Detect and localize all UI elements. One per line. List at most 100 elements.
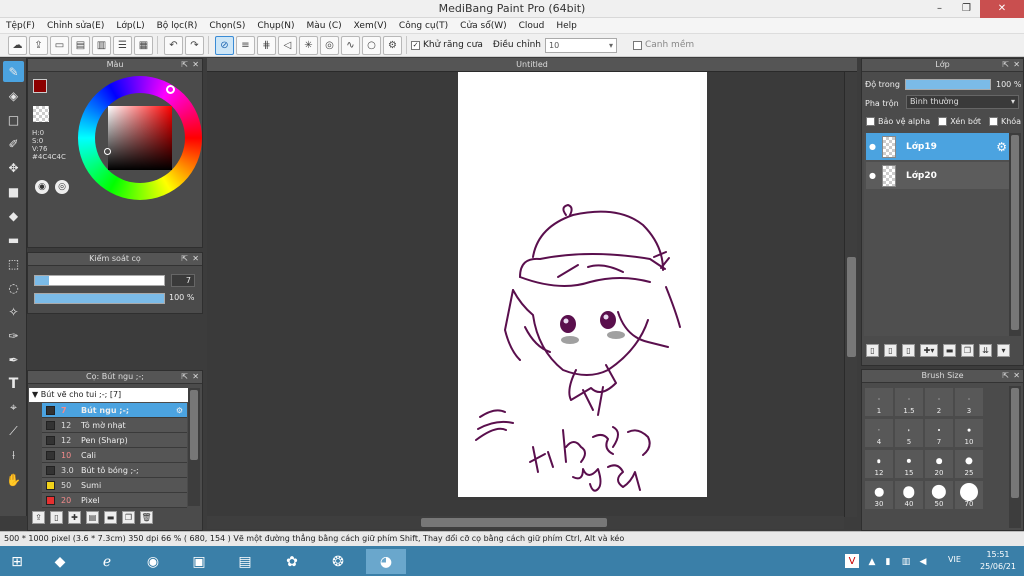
brush-size-cell[interactable]: 30 bbox=[864, 480, 894, 510]
language-indicator[interactable]: VIE bbox=[948, 555, 961, 564]
select-pen-icon[interactable]: ✑ bbox=[3, 325, 24, 346]
soft-snap-checkbox[interactable] bbox=[632, 40, 642, 50]
popout-icon[interactable]: ⇱ bbox=[181, 59, 188, 71]
brush-size-cell[interactable]: 7 bbox=[924, 418, 954, 448]
brush-size-cell[interactable]: 12 bbox=[864, 449, 894, 479]
maximize-button[interactable]: ❐ bbox=[953, 0, 980, 18]
duplicate-icon[interactable]: ❐ bbox=[122, 511, 135, 524]
list-icon[interactable]: ☰ bbox=[113, 35, 132, 55]
menu-file[interactable]: Tệp(F) bbox=[0, 21, 41, 31]
visibility-icon[interactable]: ● bbox=[869, 142, 876, 151]
game-app-icon[interactable]: ✿ bbox=[277, 549, 307, 574]
menu-color[interactable]: Màu (C) bbox=[301, 21, 348, 31]
radial-snap-icon[interactable]: ✳ bbox=[299, 35, 318, 55]
brush-size-cell[interactable]: 25 bbox=[954, 449, 984, 479]
chrome-icon[interactable]: ◉ bbox=[138, 549, 168, 574]
brush-list-item[interactable]: 12 Pen (Sharp) bbox=[42, 433, 187, 448]
brush-size-value[interactable]: 7 bbox=[171, 274, 195, 287]
brush-list-scrollbar[interactable] bbox=[188, 388, 200, 506]
app-icon[interactable]: ▤ bbox=[230, 549, 260, 574]
comment-icon[interactable]: ▭ bbox=[50, 35, 69, 55]
smudge-tool-icon[interactable]: ✐ bbox=[3, 133, 24, 154]
brush-list-item[interactable]: 7 Bút ngu ;-; ⚙ bbox=[42, 403, 187, 418]
dropper-tool-icon[interactable]: ⟊ bbox=[3, 445, 24, 466]
lasso-tool-icon[interactable]: ◌ bbox=[3, 277, 24, 298]
brush-group-header[interactable]: ▼ Bút vẽ cho tui ;-; [7] bbox=[29, 388, 188, 402]
battery-icon[interactable]: ▮ bbox=[881, 549, 895, 574]
menu-select[interactable]: Chọn(S) bbox=[203, 21, 251, 31]
new-layer-1bit-icon[interactable]: ▯ bbox=[902, 344, 915, 357]
clock[interactable]: 15:51 25/06/21 bbox=[978, 549, 1018, 573]
brush-size-cell[interactable]: 70 bbox=[954, 480, 984, 510]
move-tool-icon[interactable]: ✥ bbox=[3, 157, 24, 178]
hue-wheel[interactable] bbox=[78, 76, 202, 200]
no-snap-icon[interactable]: ⊘ bbox=[215, 35, 234, 55]
palette-icon[interactable]: ◉ bbox=[35, 180, 49, 194]
select-tool-icon[interactable]: ⬚ bbox=[3, 253, 24, 274]
new-layer-8bit-icon[interactable]: ▯ bbox=[884, 344, 897, 357]
delete-layer-icon[interactable]: ▾ bbox=[997, 344, 1010, 357]
popout-icon[interactable]: ⇱ bbox=[1002, 59, 1009, 71]
duplicate-layer-icon[interactable]: ❐ bbox=[961, 344, 974, 357]
brush-list-item[interactable]: 12 Tô mờ nhạt bbox=[42, 418, 187, 433]
app-icon[interactable]: ▣ bbox=[184, 549, 214, 574]
layer-settings-gear-icon[interactable]: ⚙ bbox=[996, 140, 1007, 154]
menu-tools[interactable]: Công cụ(T) bbox=[393, 21, 454, 31]
brush-size-cell[interactable]: 4 bbox=[864, 418, 894, 448]
menu-layer[interactable]: Lớp(L) bbox=[110, 21, 150, 31]
menu-help[interactable]: Help bbox=[550, 21, 583, 31]
brush-size-cell[interactable]: 15 bbox=[894, 449, 924, 479]
windows-start-icon[interactable]: ⊞ bbox=[2, 549, 32, 574]
close-icon[interactable]: ✕ bbox=[192, 253, 199, 265]
close-icon[interactable]: ✕ bbox=[192, 371, 199, 383]
menu-view[interactable]: Xem(V) bbox=[348, 21, 393, 31]
brush-size-cell[interactable]: 1.5 bbox=[894, 387, 924, 417]
message-icon[interactable]: ▤ bbox=[71, 35, 90, 55]
menu-cloud[interactable]: Cloud bbox=[513, 21, 551, 31]
new-brush-icon[interactable]: ▯ bbox=[50, 511, 63, 524]
menu-window[interactable]: Cửa sổ(W) bbox=[454, 21, 512, 31]
eraser-tool-icon[interactable]: ◈ bbox=[3, 85, 24, 106]
add-brush-icon[interactable]: ✚ bbox=[68, 511, 81, 524]
brush-size-cell[interactable]: 50 bbox=[924, 480, 954, 510]
close-button[interactable]: ✕ bbox=[980, 0, 1024, 18]
concentric-snap-icon[interactable]: ◎ bbox=[320, 35, 339, 55]
upload-brush-icon[interactable]: ⇪ bbox=[32, 511, 45, 524]
brush-list-item[interactable]: 50 Sumi bbox=[42, 478, 187, 493]
layer-folder-icon[interactable]: ▬ bbox=[943, 344, 956, 357]
folder-icon[interactable]: ▬ bbox=[104, 511, 117, 524]
delete-brush-icon[interactable]: 🗑 bbox=[140, 511, 153, 524]
correction-select[interactable]: 10 bbox=[544, 37, 617, 53]
tray-expand-icon[interactable]: ▲ bbox=[866, 549, 878, 574]
redo-icon[interactable]: ↷ bbox=[185, 35, 204, 55]
bucket-tool-icon[interactable]: ◆ bbox=[3, 205, 24, 226]
document-icon[interactable]: ▥ bbox=[92, 35, 111, 55]
vietkey-icon[interactable]: V bbox=[845, 554, 859, 568]
layer-item[interactable]: ● Lớp20 bbox=[866, 162, 1010, 189]
close-icon[interactable]: ✕ bbox=[192, 59, 199, 71]
new-layer-icon[interactable]: ▯ bbox=[866, 344, 879, 357]
protect-alpha-checkbox[interactable] bbox=[866, 117, 875, 126]
eyedropper-icon[interactable]: ⟋ bbox=[3, 421, 24, 442]
close-icon[interactable]: ✕ bbox=[1013, 59, 1020, 71]
internet-explorer-icon[interactable]: ℯ bbox=[92, 549, 122, 574]
color-history-icon[interactable]: ◎ bbox=[55, 180, 69, 194]
popout-icon[interactable]: ⇱ bbox=[181, 371, 188, 383]
brush-size-cell[interactable]: 1 bbox=[864, 387, 894, 417]
canvas-horizontal-scrollbar[interactable] bbox=[207, 516, 844, 529]
layer-list-scrollbar[interactable] bbox=[1009, 133, 1021, 336]
brush-opacity-slider[interactable] bbox=[34, 293, 165, 304]
menu-snap[interactable]: Chụp(N) bbox=[251, 21, 300, 31]
soft-snap-toggle[interactable]: Canh mềm bbox=[632, 40, 694, 50]
add-layer-menu-icon[interactable]: ✚▾ bbox=[920, 344, 938, 357]
menu-edit[interactable]: Chỉnh sửa(E) bbox=[41, 21, 110, 31]
main-color-swatch[interactable] bbox=[33, 79, 47, 93]
blend-mode-select[interactable]: Bình thường ▾ bbox=[906, 95, 1019, 109]
document-tab[interactable]: Untitled bbox=[207, 58, 857, 72]
antialias-checkbox[interactable]: ✓ bbox=[411, 40, 420, 50]
undo-icon[interactable]: ↶ bbox=[164, 35, 183, 55]
volume-icon[interactable]: ◀ bbox=[916, 549, 930, 574]
lock-checkbox[interactable] bbox=[988, 117, 998, 126]
curve-snap-icon[interactable]: ∿ bbox=[341, 35, 360, 55]
brush-size-cell[interactable]: 3 bbox=[954, 387, 984, 417]
